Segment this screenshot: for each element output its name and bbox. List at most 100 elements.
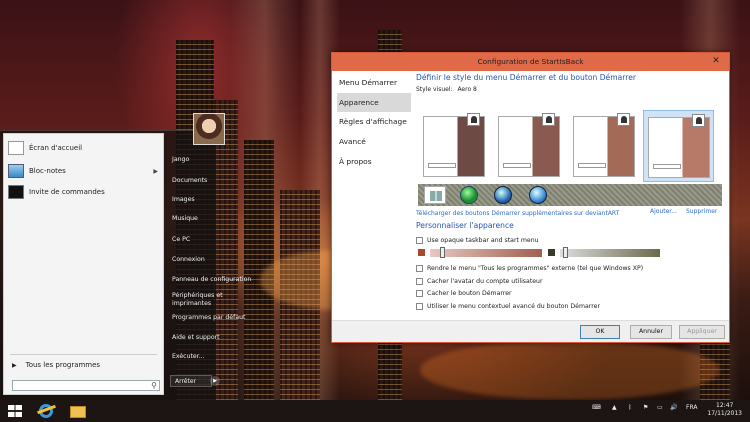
checkbox-label: Utiliser le menu contextuel avancé du bo… [427, 302, 601, 310]
taskbar: ⌨ ▲ ᛒ ⚑ ▭ 🔊 FRA 12:47 17/11/2013 [0, 400, 750, 422]
start-screen-icon [8, 141, 24, 155]
nav-item-avance[interactable]: Avancé [337, 132, 411, 152]
visual-style-value: Aero 8 [457, 86, 477, 93]
shutdown-label: Arrêter [175, 377, 197, 385]
network-icon[interactable]: ▭ [657, 404, 663, 411]
volume-icon[interactable]: 🔊 [670, 404, 677, 411]
ok-button[interactable]: OK [580, 325, 620, 339]
start-menu-link[interactable]: Jango [172, 156, 189, 164]
program-item-start-screen[interactable]: Écran d'accueil [8, 138, 158, 158]
show-hidden-icons-icon[interactable]: ▲ [612, 404, 617, 411]
divider [10, 354, 157, 355]
external-all-programs-option[interactable]: Rendre le menu "Tous les programmes" ext… [416, 263, 722, 276]
program-label: Écran d'accueil [29, 144, 83, 152]
appearance-pane: Définir le style du menu Démarrer et du … [416, 72, 726, 310]
start-button-orbs [418, 184, 722, 206]
color-swatch-taskbar[interactable] [548, 248, 555, 256]
style-thumbnails [419, 110, 719, 182]
hide-avatar-option[interactable]: Cacher l'avatar du compte utilisateur [416, 275, 722, 288]
avatar[interactable] [193, 113, 225, 145]
appearance-options: Use opaque taskbar and start menu Rendre… [416, 234, 722, 313]
style-thumbnail[interactable] [569, 110, 640, 182]
orb-links-row: Télécharger des boutons Démarrer supplém… [416, 208, 722, 217]
window-title: Configuration de StartIsBack [477, 57, 584, 66]
color-swatch-menu[interactable] [418, 248, 425, 256]
checkbox-label: Rendre le menu "Tous les programmes" ext… [427, 265, 644, 273]
keyboard-icon[interactable]: ⌨ [592, 404, 601, 411]
checkbox-label: Cacher le bouton Démarrer [427, 290, 512, 298]
start-button[interactable] [4, 402, 26, 420]
nav-item-menu-demarrer[interactable]: Menu Démarrer [337, 73, 411, 93]
nav-item-a-propos[interactable]: À propos [337, 151, 411, 171]
program-item-notepad[interactable]: Bloc-notes ▶ [8, 161, 158, 181]
start-menu-link[interactable]: Aide et support [172, 334, 220, 342]
program-label: Invite de commandes [29, 188, 105, 196]
bluetooth-icon[interactable]: ᛒ [628, 404, 632, 411]
color-sliders [416, 246, 722, 259]
personalize-heading: Personnaliser l'apparence [416, 221, 514, 230]
start-menu-link[interactable]: Images [172, 196, 195, 204]
notepad-icon [8, 164, 24, 178]
all-programs-label: Tous les programmes [25, 361, 101, 369]
windows-logo-orb[interactable] [424, 186, 446, 204]
apply-button[interactable]: Appliquer [679, 325, 725, 339]
checkbox[interactable] [416, 302, 423, 310]
dialog-footer: OK Annuler Appliquer [332, 320, 729, 342]
shutdown-options-icon[interactable]: ▶ [210, 376, 220, 386]
nav-item-apparence[interactable]: Apparence [337, 92, 411, 113]
download-link[interactable]: Télécharger des boutons Démarrer supplém… [416, 210, 619, 217]
start-menu-link[interactable]: Ce PC [172, 236, 190, 244]
action-center-icon[interactable]: ⚑ [643, 404, 648, 411]
style-thumbnail-selected[interactable] [643, 110, 714, 182]
all-programs-button[interactable]: ▶ Tous les programmes [12, 361, 100, 369]
start-menu-link[interactable]: Documents [172, 177, 207, 185]
checkbox[interactable] [416, 265, 423, 273]
window-titlebar[interactable]: Configuration de StartIsBack ✕ [332, 53, 729, 71]
start-menu-programs-pane: Écran d'accueil Bloc-notes ▶ Invite de c… [3, 133, 164, 395]
slider-thumb[interactable] [563, 246, 568, 258]
style-thumbnail[interactable] [419, 110, 490, 182]
green-orb[interactable] [460, 186, 478, 204]
start-menu-link[interactable]: Musique [172, 215, 198, 223]
start-menu-link[interactable]: Programmes par défaut [172, 314, 245, 322]
program-item-cmd[interactable]: Invite de commandes [8, 182, 158, 202]
start-menu-link[interactable]: Panneau de configuration [172, 276, 251, 284]
search-icon: ⚲ [151, 381, 157, 390]
windows7-orb-alt[interactable] [529, 186, 547, 204]
color-slider-menu[interactable] [430, 248, 542, 257]
clock-time: 12:47 [716, 402, 734, 409]
windows7-orb[interactable] [494, 186, 512, 204]
checkbox[interactable] [416, 236, 423, 244]
slider-thumb[interactable] [440, 246, 445, 258]
visual-style-row: Style visuel: Aero 8 [416, 86, 726, 93]
start-menu-link[interactable]: Connexion [172, 256, 205, 264]
language-indicator[interactable]: FRA [686, 404, 697, 411]
submenu-arrow-icon: ▶ [153, 167, 158, 175]
advanced-context-menu-option[interactable]: Utiliser le menu contextuel avancé du bo… [416, 300, 722, 313]
section-heading: Définir le style du menu Démarrer et du … [416, 73, 637, 82]
search-input[interactable]: ⚲ [12, 380, 160, 391]
program-label: Bloc-notes [29, 167, 66, 175]
shutdown-button[interactable]: Arrêter ▶ [170, 375, 220, 387]
internet-explorer-icon[interactable] [36, 402, 56, 420]
clock-date: 17/11/2013 [707, 410, 742, 417]
cancel-button[interactable]: Annuler [630, 325, 672, 339]
file-explorer-icon[interactable] [68, 402, 88, 420]
clock[interactable]: 12:47 17/11/2013 [707, 402, 742, 418]
remove-link[interactable]: Supprimer [686, 208, 717, 215]
checkbox-label: Use opaque taskbar and start menu [427, 236, 539, 244]
close-button[interactable]: ✕ [706, 55, 726, 67]
color-slider-taskbar[interactable] [560, 248, 660, 257]
hide-start-button-option[interactable]: Cacher le bouton Démarrer [416, 288, 722, 301]
settings-nav: Menu Démarrer Apparence Règles d'afficha… [337, 73, 411, 171]
arrow-right-icon: ▶ [12, 361, 17, 369]
style-thumbnail[interactable] [494, 110, 565, 182]
cmd-icon [8, 185, 24, 199]
checkbox[interactable] [416, 277, 423, 285]
start-menu-link[interactable]: Exécuter... [172, 353, 205, 361]
checkbox[interactable] [416, 290, 423, 298]
nav-item-regles-affichage[interactable]: Règles d'affichage [337, 112, 411, 132]
opaque-taskbar-option[interactable]: Use opaque taskbar and start menu [416, 234, 722, 247]
start-menu-link[interactable]: Périphériques et imprimantes [172, 292, 223, 308]
add-link[interactable]: Ajouter... [650, 208, 677, 215]
